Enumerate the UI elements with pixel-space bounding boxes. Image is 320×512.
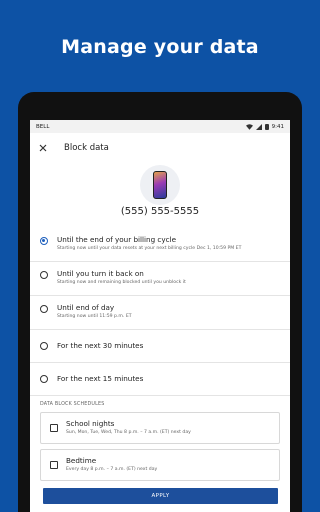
- option-title: Until end of day: [57, 303, 115, 312]
- app-screen: BELL 9:41 Block data (555) 555-5555 Unti…: [30, 120, 290, 512]
- radio-button[interactable]: [40, 271, 48, 279]
- radio-button[interactable]: [40, 375, 48, 383]
- close-button[interactable]: [30, 133, 56, 163]
- apply-button[interactable]: APPLY: [43, 488, 278, 504]
- schedules-section-label: DATA BLOCK SCHEDULES: [40, 402, 105, 407]
- schedule-title: School nights: [66, 419, 115, 428]
- checkbox[interactable]: [50, 461, 58, 469]
- page-title: Block data: [64, 143, 109, 153]
- schedule-bedtime[interactable]: Bedtime Every day 8 p.m. – 7 a.m. (ET) n…: [40, 449, 280, 481]
- block-duration-options: Until the end of your billing cycle Star…: [30, 228, 290, 396]
- option-30-minutes[interactable]: For the next 30 minutes: [30, 330, 290, 363]
- phone-icon: [153, 171, 167, 199]
- schedule-title: Bedtime: [66, 456, 97, 465]
- option-15-minutes[interactable]: For the next 15 minutes: [30, 363, 290, 396]
- option-end-of-day[interactable]: Until end of day Starting now until 11:5…: [30, 296, 290, 330]
- option-billing-cycle[interactable]: Until the end of your billing cycle Star…: [30, 228, 290, 262]
- option-title: Until you turn it back on: [57, 269, 144, 278]
- option-title: For the next 30 minutes: [57, 341, 144, 350]
- schedule-subtitle: Sun, Mon, Tue, Wed, Thu 8 p.m. – 7 a.m. …: [66, 430, 191, 435]
- clock: 9:41: [271, 123, 284, 130]
- carrier-label: BELL: [36, 123, 50, 130]
- radio-selected[interactable]: [40, 237, 48, 245]
- radio-button[interactable]: [40, 305, 48, 313]
- signal-icon: [255, 123, 262, 130]
- option-subtitle: Starting now and remaining blocked until…: [57, 280, 186, 285]
- device-avatar: [140, 165, 180, 205]
- schedule-subtitle: Every day 8 p.m. – 7 a.m. (ET) next day: [66, 467, 158, 472]
- option-subtitle: Starting now until your data resets at y…: [57, 246, 242, 251]
- schedule-school-nights[interactable]: School nights Sun, Mon, Tue, Wed, Thu 8 …: [40, 412, 280, 444]
- radio-button[interactable]: [40, 342, 48, 350]
- option-subtitle: Starting now until 11:59 p.m. ET: [57, 314, 132, 319]
- option-title: For the next 15 minutes: [57, 374, 144, 383]
- option-title: Until the end of your billing cycle: [57, 235, 177, 244]
- status-bar: BELL 9:41: [30, 120, 290, 133]
- checkbox[interactable]: [50, 424, 58, 432]
- app-bar: Block data: [30, 133, 290, 163]
- wifi-icon: [245, 123, 253, 130]
- battery-icon: [264, 123, 269, 130]
- phone-number: (555) 555-5555: [120, 206, 200, 217]
- close-icon: [39, 144, 47, 152]
- headline: Manage your data: [61, 36, 259, 58]
- option-until-turned-on[interactable]: Until you turn it back on Starting now a…: [30, 262, 290, 296]
